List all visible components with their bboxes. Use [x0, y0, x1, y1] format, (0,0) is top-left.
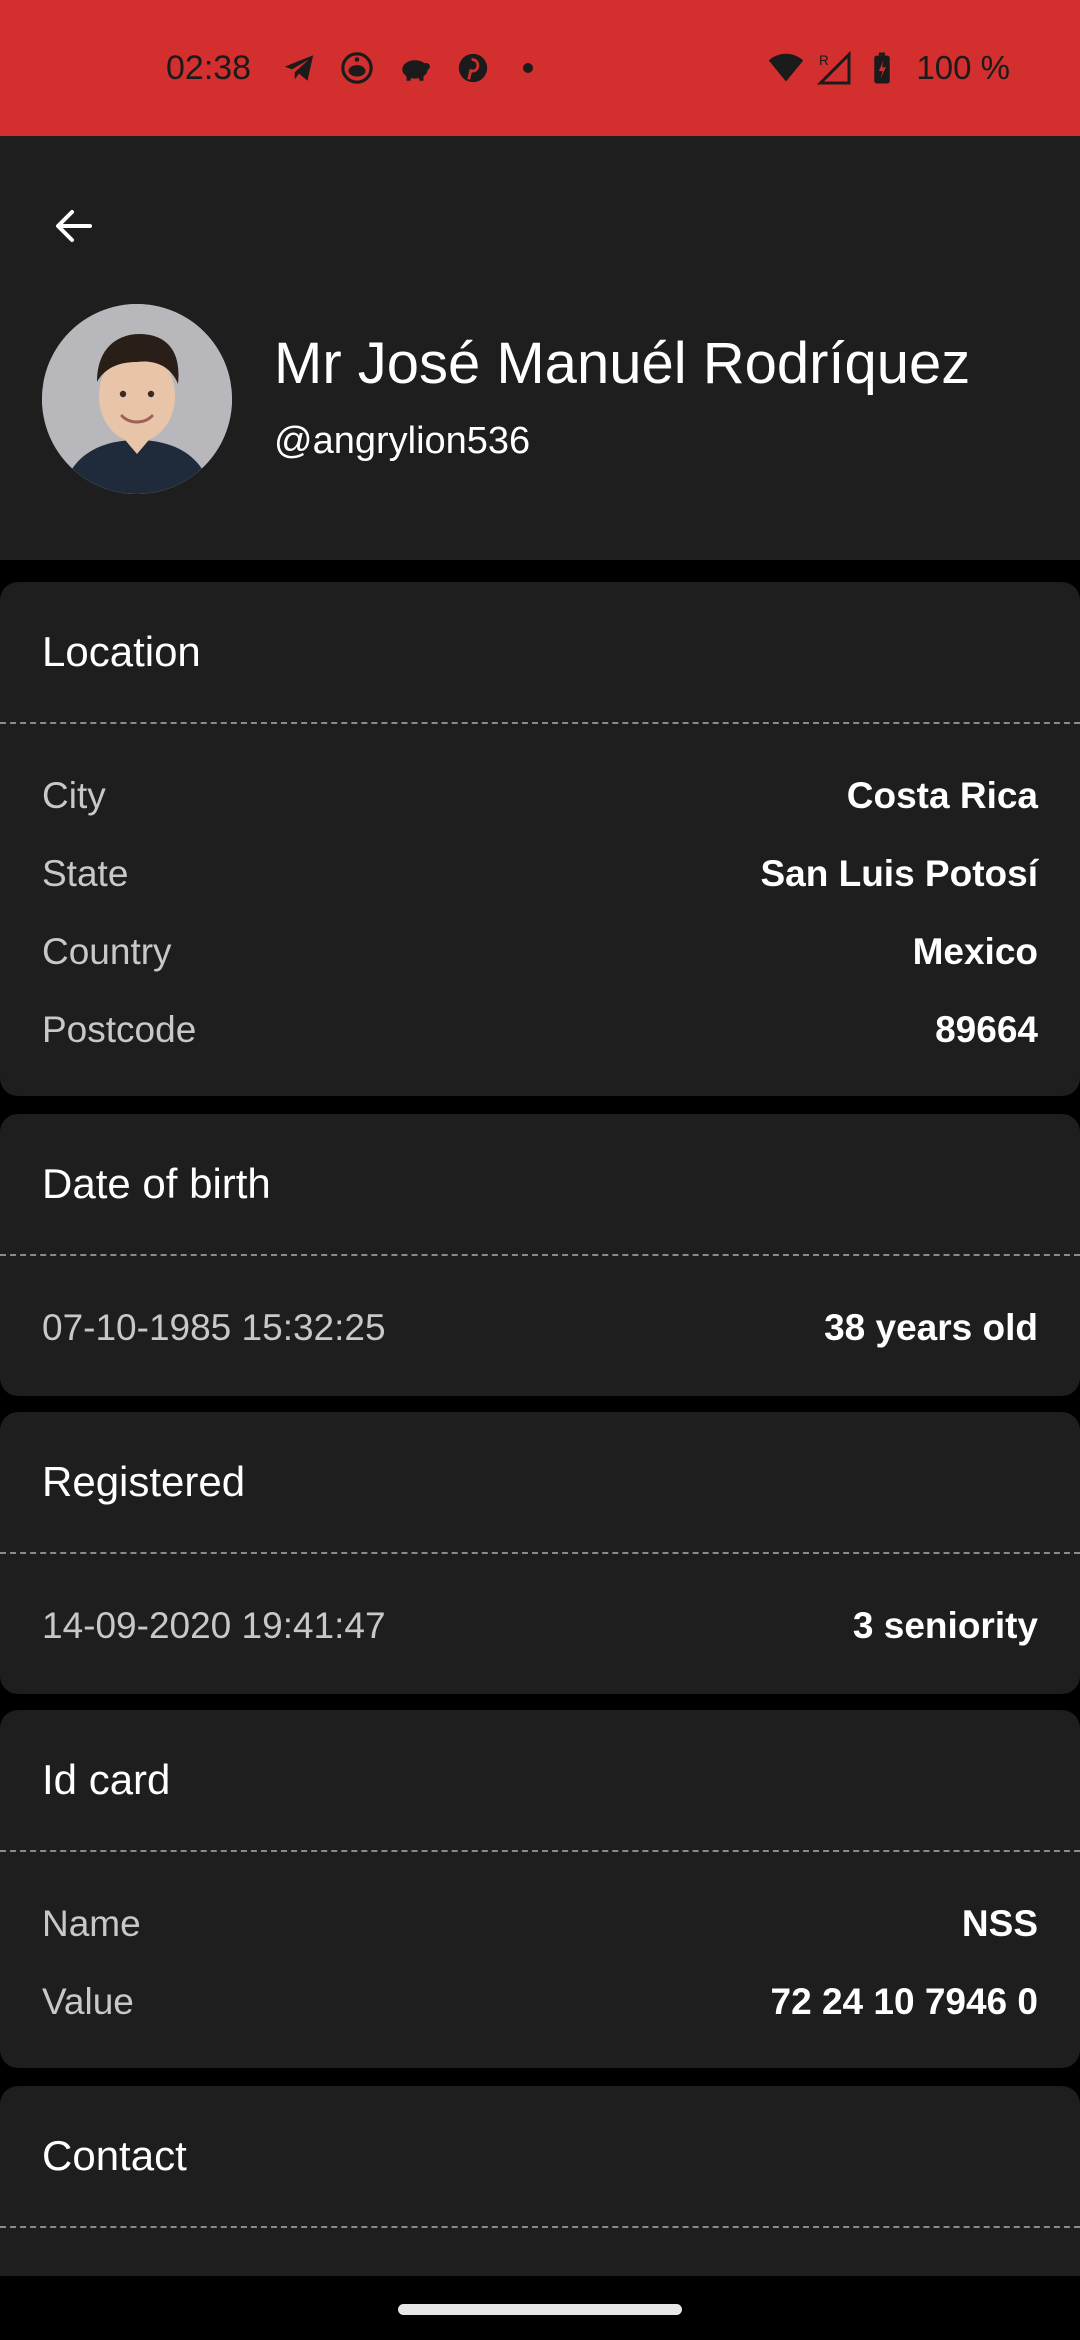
id-card-card: Id card Name NSS Value 72 24 10 7946 0	[0, 1710, 1080, 2068]
location-row-country: Country Mexico	[42, 922, 1038, 982]
dob-card: Date of birth 07-10-1985 15:32:25 38 yea…	[0, 1114, 1080, 1396]
row-value: Costa Rica	[846, 775, 1038, 816]
app-screen: 02:38 R 100 % Mr José Manuél Rodríquez @…	[0, 0, 1080, 2340]
row-value: San Luis Potosí	[760, 853, 1038, 894]
battery-percentage: 100 %	[916, 49, 1010, 86]
dashed-divider	[0, 1254, 1080, 1256]
row-label: City	[42, 775, 106, 816]
navigation-bar	[0, 2276, 1080, 2340]
dob-date: 07-10-1985 15:32:25	[42, 1307, 386, 1348]
card-title: Location	[42, 628, 201, 675]
card-title: Date of birth	[42, 1160, 271, 1207]
avatar	[42, 304, 232, 494]
id-card-row-name: Name NSS	[42, 1894, 1038, 1954]
registered-date: 14-09-2020 19:41:47	[42, 1605, 386, 1646]
location-row-state: State San Luis Potosí	[42, 844, 1038, 904]
row-label: Country	[42, 931, 172, 972]
home-indicator[interactable]	[398, 2304, 682, 2315]
telegram-icon	[281, 50, 317, 86]
card-title: Contact	[42, 2132, 187, 2179]
dob-row: 07-10-1985 15:32:25 38 years old	[42, 1298, 1038, 1358]
row-value: NSS	[961, 1903, 1038, 1944]
status-time: 02:38	[166, 48, 252, 87]
row-value: 72 24 10 7946 0	[770, 1981, 1038, 2022]
dashed-divider	[0, 722, 1080, 724]
row-label: State	[42, 853, 129, 894]
profile-name: Mr José Manuél Rodríquez	[274, 331, 971, 396]
location-card: Location City Costa Rica State San Luis …	[0, 582, 1080, 1096]
arrow-back-icon	[56, 210, 92, 242]
pinterest-icon	[455, 50, 491, 86]
cellular-signal-icon: R	[816, 50, 852, 86]
dob-age: 38 years old	[824, 1307, 1038, 1348]
row-label: Name	[42, 1903, 141, 1944]
row-value: Mexico	[912, 931, 1038, 972]
svg-text:R: R	[819, 53, 829, 68]
profile-username: @angrylion536	[274, 420, 531, 462]
registered-row: 14-09-2020 19:41:47 3 seniority	[42, 1596, 1038, 1656]
contact-card: Contact	[0, 2086, 1080, 2276]
status-bar: 02:38 R 100 %	[0, 0, 1080, 136]
location-row-city: City Costa Rica	[42, 766, 1038, 826]
card-title: Registered	[42, 1458, 246, 1505]
row-label: Value	[42, 1981, 134, 2022]
profile-header: Mr José Manuél Rodríquez @angrylion536	[0, 136, 1080, 560]
more-notifications-dot	[523, 63, 534, 73]
battery-icon	[864, 50, 900, 86]
row-label: Postcode	[42, 1009, 197, 1050]
reddit-icon	[339, 50, 375, 86]
piggy-bank-icon	[397, 50, 433, 86]
row-value: 89664	[935, 1009, 1038, 1050]
back-button[interactable]	[36, 188, 112, 264]
registered-seniority: 3 seniority	[852, 1605, 1038, 1646]
dashed-divider	[0, 1850, 1080, 1852]
wifi-icon	[768, 50, 804, 86]
registered-card: Registered 14-09-2020 19:41:47 3 seniori…	[0, 1412, 1080, 1694]
dashed-divider	[0, 1552, 1080, 1554]
location-row-postcode: Postcode 89664	[42, 1000, 1038, 1060]
card-title: Id card	[42, 1756, 171, 1803]
dashed-divider	[0, 2226, 1080, 2228]
id-card-row-value: Value 72 24 10 7946 0	[42, 1972, 1038, 2032]
